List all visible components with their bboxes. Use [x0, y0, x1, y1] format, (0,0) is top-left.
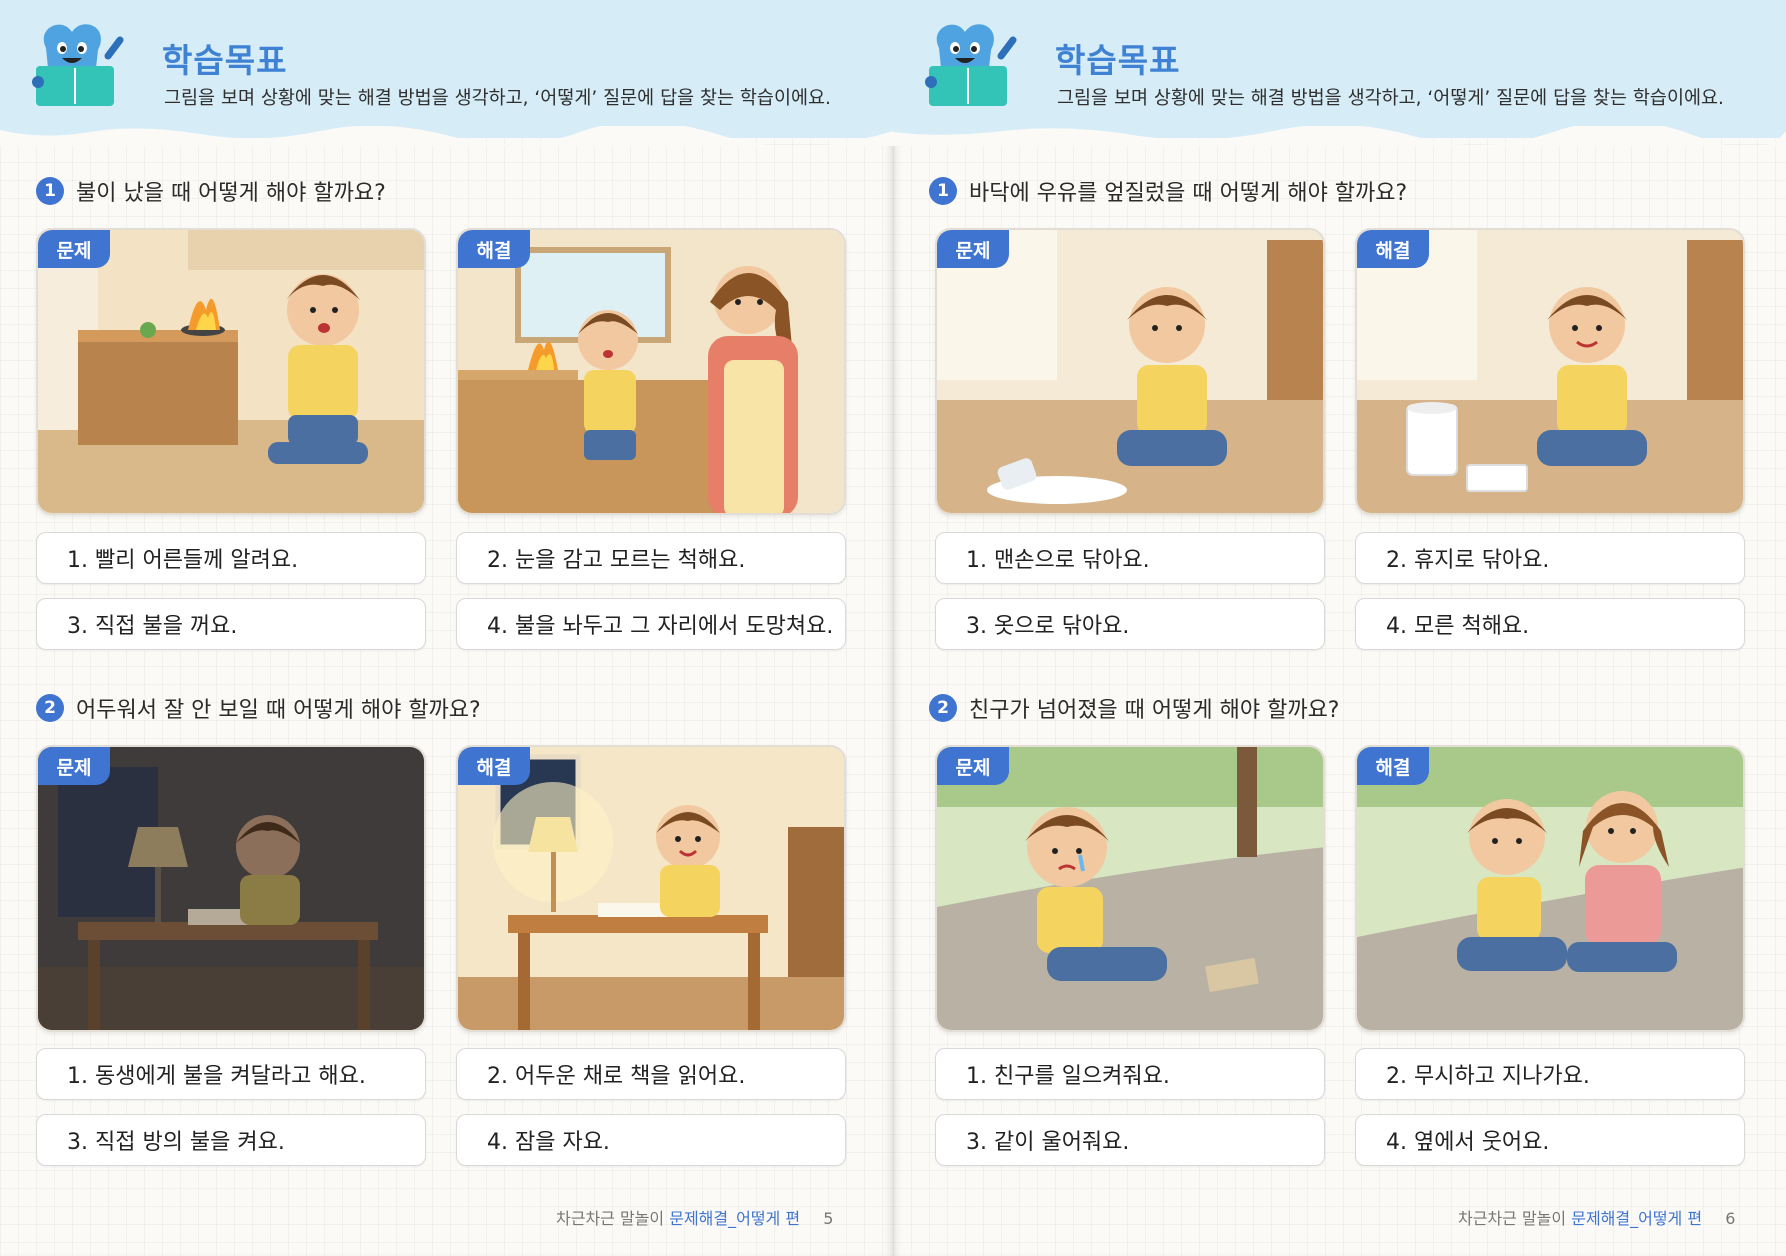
question-number: 1: [929, 177, 957, 205]
question-1: 1 불이 났을 때 어떻게 해야 할까요?: [36, 175, 386, 207]
mascot-book-icon: [32, 24, 124, 106]
answer-option-1[interactable]: 1. 빨리 어른들께 알려요.: [36, 532, 426, 584]
page-number: 5: [823, 1209, 834, 1228]
goal-description: 그림을 보며 상황에 맞는 해결 방법을 생각하고, ‘어떻게’ 질문에 답을 …: [1057, 88, 1724, 109]
solution-tag: 해결: [1357, 747, 1429, 785]
kitchen-fire-illustration: [38, 230, 424, 513]
banner-wave: [0, 126, 893, 146]
footer-title: 문제해결_어떻게 편: [669, 1209, 801, 1228]
solution-card: 해결: [1355, 745, 1745, 1032]
answer-option-4[interactable]: 4. 불을 놔두고 그 자리에서 도망쳐요.: [456, 598, 846, 650]
solution-tag: 해결: [458, 747, 530, 785]
question-number: 2: [929, 694, 957, 722]
answer-option-3[interactable]: 3. 직접 방의 불을 켜요.: [36, 1114, 426, 1166]
problem-tag: 문제: [937, 747, 1009, 785]
question-1: 1 바닥에 우유를 엎질렀을 때 어떻게 해야 할까요?: [929, 175, 1407, 207]
banner-wave: [893, 126, 1786, 146]
goal-title: 학습목표: [1055, 41, 1181, 80]
solution-tag: 해결: [458, 230, 530, 268]
page-6: 학습목표 그림을 보며 상황에 맞는 해결 방법을 생각하고, ‘어떻게’ 질문…: [893, 0, 1786, 1256]
answer-option-3[interactable]: 3. 옷으로 닦아요.: [935, 598, 1325, 650]
answer-option-2[interactable]: 2. 무시하고 지나가요.: [1355, 1048, 1745, 1100]
solution-card: 해결: [456, 228, 846, 515]
problem-card: 문제: [36, 228, 426, 515]
problem-card: 문제: [36, 745, 426, 1032]
question-2: 2 어두워서 잘 안 보일 때 어떻게 해야 할까요?: [36, 692, 481, 724]
solution-tag: 해결: [1357, 230, 1429, 268]
answer-option-4[interactable]: 4. 잠을 자요.: [456, 1114, 846, 1166]
problem-tag: 문제: [38, 230, 110, 268]
wiping-tissue-illustration: [1357, 230, 1743, 513]
answer-option-2[interactable]: 2. 눈을 감고 모르는 척해요.: [456, 532, 846, 584]
footer-series: 차근차근 말놀이: [556, 1209, 665, 1228]
tell-mother-illustration: [458, 230, 844, 513]
solution-card: 해결: [456, 745, 846, 1032]
page-footer: 차근차근 말놀이 문제해결_어떻게 편 6: [1458, 1205, 1735, 1229]
problem-card: 문제: [935, 228, 1325, 515]
fallen-child-illustration: [937, 747, 1323, 1030]
answer-option-2[interactable]: 2. 어두운 채로 책을 읽어요.: [456, 1048, 846, 1100]
page-number: 6: [1725, 1209, 1736, 1228]
learning-goal-banner: 학습목표 그림을 보며 상황에 맞는 해결 방법을 생각하고, ‘어떻게’ 질문…: [893, 0, 1786, 146]
problem-tag: 문제: [937, 230, 1009, 268]
friend-helping-illustration: [1357, 747, 1743, 1030]
answer-option-1[interactable]: 1. 동생에게 불을 켜달라고 해요.: [36, 1048, 426, 1100]
answer-option-1[interactable]: 1. 맨손으로 닦아요.: [935, 532, 1325, 584]
question-text: 바닥에 우유를 엎질렀을 때 어떻게 해야 할까요?: [969, 181, 1408, 206]
question-number: 2: [36, 694, 64, 722]
answer-option-4[interactable]: 4. 모른 척해요.: [1355, 598, 1745, 650]
goal-title: 학습목표: [162, 41, 288, 80]
page-5: 학습목표 그림을 보며 상황에 맞는 해결 방법을 생각하고, ‘어떻게’ 질문…: [0, 0, 893, 1256]
answer-option-3[interactable]: 3. 같이 울어줘요.: [935, 1114, 1325, 1166]
learning-goal-banner: 학습목표 그림을 보며 상황에 맞는 해결 방법을 생각하고, ‘어떻게’ 질문…: [0, 0, 893, 146]
answer-option-4[interactable]: 4. 옆에서 웃어요.: [1355, 1114, 1745, 1166]
book-spread: 학습목표 그림을 보며 상황에 맞는 해결 방법을 생각하고, ‘어떻게’ 질문…: [0, 0, 1786, 1256]
question-text: 친구가 넘어졌을 때 어떻게 해야 할까요?: [969, 698, 1340, 723]
answer-option-2[interactable]: 2. 휴지로 닦아요.: [1355, 532, 1745, 584]
answer-option-3[interactable]: 3. 직접 불을 꺼요.: [36, 598, 426, 650]
spilled-milk-illustration: [937, 230, 1323, 513]
goal-description: 그림을 보며 상황에 맞는 해결 방법을 생각하고, ‘어떻게’ 질문에 답을 …: [164, 88, 831, 109]
question-text: 어두워서 잘 안 보일 때 어떻게 해야 할까요?: [76, 698, 481, 723]
problem-card: 문제: [935, 745, 1325, 1032]
question-2: 2 친구가 넘어졌을 때 어떻게 해야 할까요?: [929, 692, 1339, 724]
question-text: 불이 났을 때 어떻게 해야 할까요?: [76, 181, 386, 206]
footer-series: 차근차근 말놀이: [1458, 1209, 1567, 1228]
page-footer: 차근차근 말놀이 문제해결_어떻게 편 5: [556, 1205, 833, 1229]
dark-room-illustration: [38, 747, 424, 1030]
answer-option-1[interactable]: 1. 친구를 일으켜줘요.: [935, 1048, 1325, 1100]
footer-title: 문제해결_어떻게 편: [1571, 1209, 1703, 1228]
problem-tag: 문제: [38, 747, 110, 785]
question-number: 1: [36, 177, 64, 205]
solution-card: 해결: [1355, 228, 1745, 515]
lit-lamp-illustration: [458, 747, 844, 1030]
mascot-book-icon: [925, 24, 1017, 106]
